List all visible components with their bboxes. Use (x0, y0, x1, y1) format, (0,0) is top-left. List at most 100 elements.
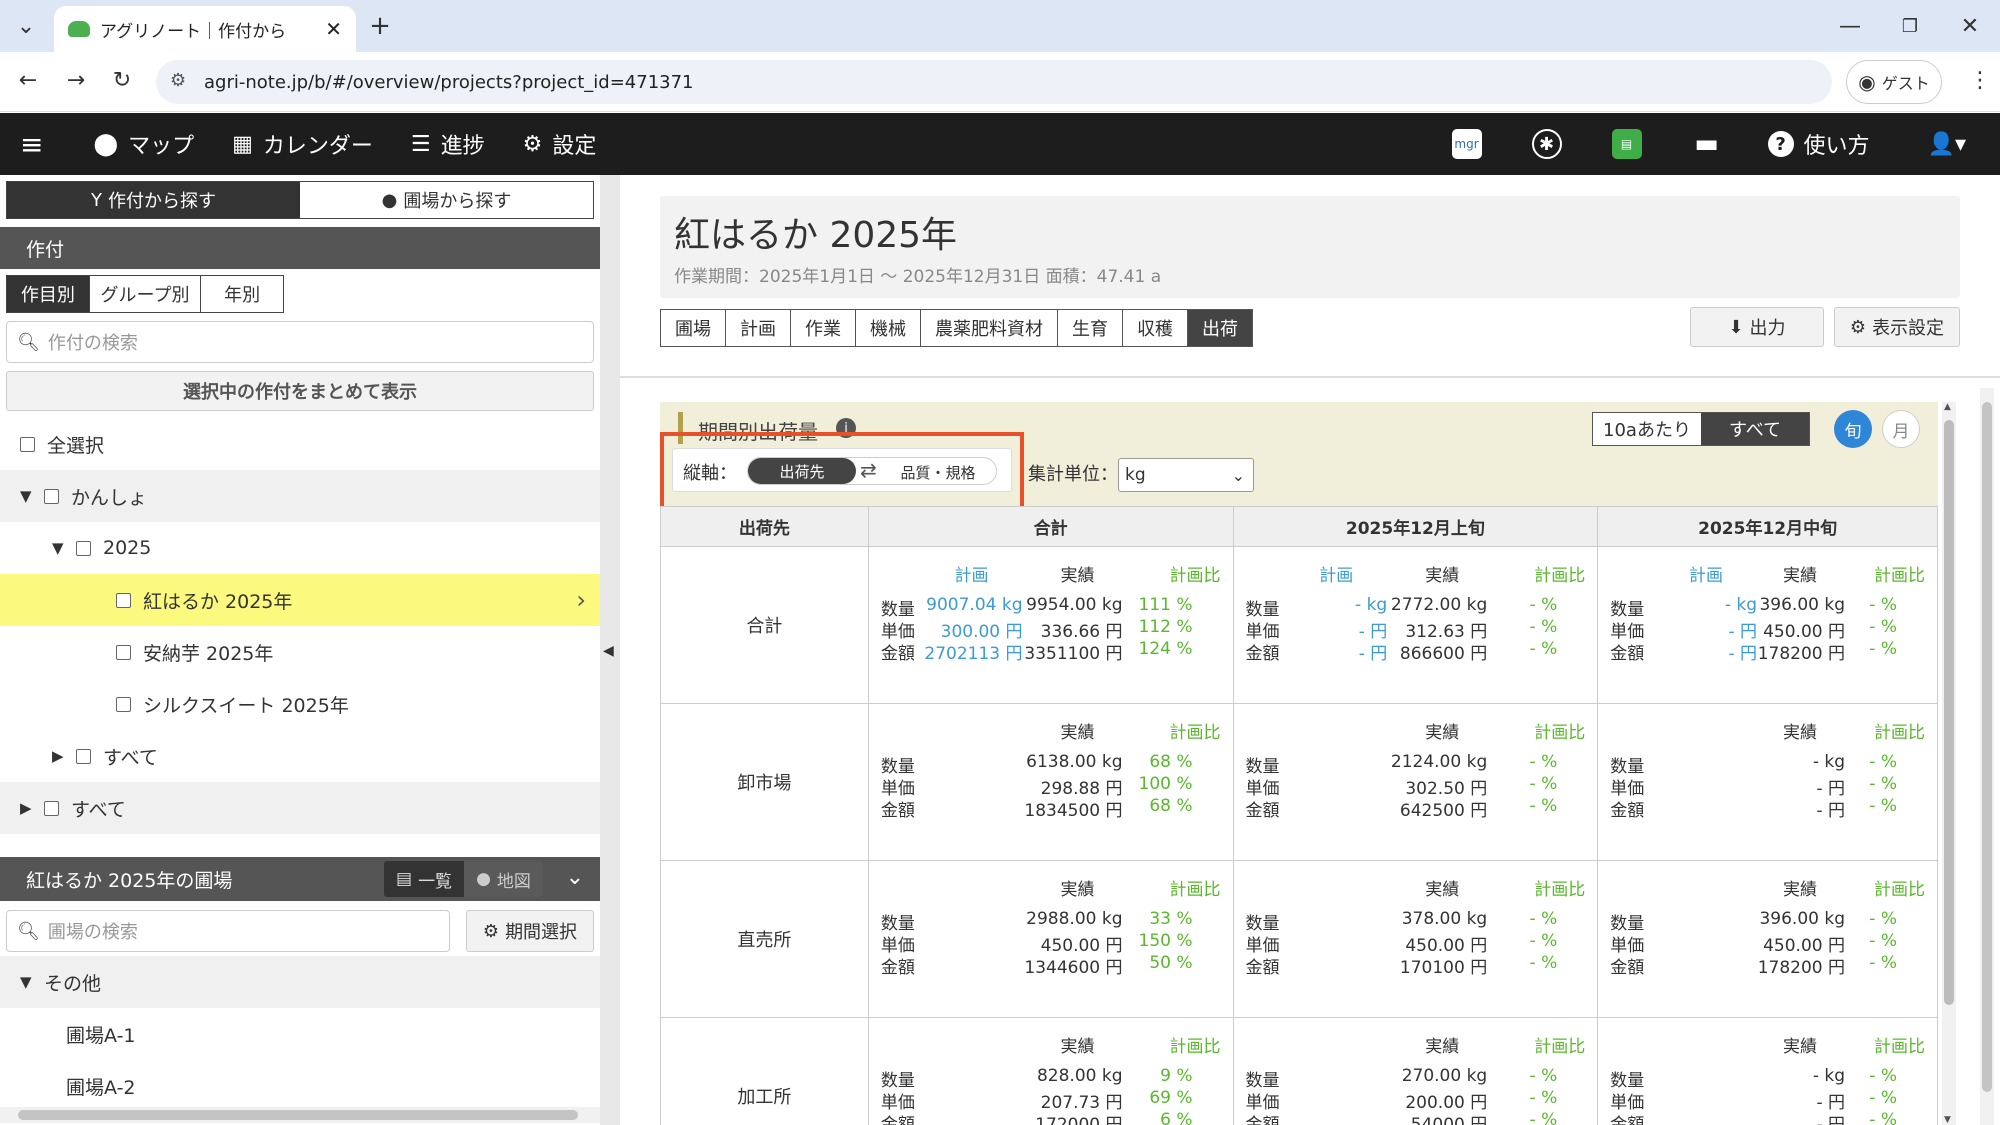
forward-icon[interactable]: → (58, 62, 94, 98)
url-input[interactable]: ⚙ agri-note.jp/b/#/overview/projects?pro… (156, 60, 1832, 104)
tree-item-annou[interactable]: 安納芋 2025年 (0, 626, 600, 678)
restore-icon[interactable]: ❐ (1892, 8, 1928, 44)
export-button[interactable]: ⬇ 出力 (1690, 307, 1824, 347)
user-menu-icon[interactable]: 👤▾ (1928, 132, 1966, 157)
new-tab-icon[interactable]: + (362, 8, 398, 44)
field-group-other[interactable]: ▼ その他 (0, 956, 600, 1008)
site-info-icon[interactable]: ⚙ (170, 70, 186, 91)
nav-calendar[interactable]: ▦ カレンダー (232, 128, 373, 160)
tree-item-silk-sweet[interactable]: シルクスイート 2025年 (0, 678, 600, 730)
expand-right-icon[interactable]: ▶ (52, 747, 66, 765)
sheet-icon[interactable]: ▤ (1611, 129, 1642, 159)
display-settings-button[interactable]: ⚙ 表示設定 (1834, 307, 1960, 347)
chevron-down-icon[interactable]: ⌄ (566, 865, 584, 890)
list-view-button[interactable]: ▤ 一覧 (384, 861, 464, 897)
expand-down-icon[interactable]: ▼ (20, 973, 34, 991)
menu-toggle-icon[interactable]: ≡ (20, 128, 43, 161)
per10a-button[interactable]: 10aあたり (1593, 413, 1701, 445)
row-name-cell: 直売所 (660, 860, 869, 1018)
tab-search-by-field[interactable]: ● 圃場から探す (300, 182, 593, 218)
select-all-checkbox[interactable] (20, 436, 35, 452)
fields-header: 紅はるか 2025年の圃場 ▤ 一覧 ● 地図 ⌄ (0, 857, 600, 901)
back-icon[interactable]: ← (10, 62, 46, 98)
show-selected-button[interactable]: 選択中の作付をまとめて表示 (6, 371, 594, 411)
tree-item-2025[interactable]: ▼ 2025 (0, 522, 600, 574)
list-view-label: 一覧 (418, 871, 453, 892)
reload-icon[interactable]: ↻ (104, 62, 140, 98)
close-tab-icon[interactable]: ✕ (325, 17, 342, 41)
page-v-scrollbar[interactable] (1980, 388, 1994, 1125)
nav-settings[interactable]: ⚙ 設定 (523, 128, 597, 160)
filter-by-crop[interactable]: 作目別 (7, 276, 89, 312)
actual-header: 実績 (1783, 723, 1817, 743)
sidebar-h-scrollbar[interactable] (0, 1107, 600, 1123)
nav-map[interactable]: ⬤ マップ (93, 128, 194, 160)
list-icon: ☰ (410, 131, 431, 157)
per10a-label: 10aあたり (1603, 420, 1691, 441)
menu-kebab-icon[interactable]: ⋮ (1962, 62, 1998, 98)
tab-1[interactable]: 計画 (726, 310, 791, 346)
tree-checkbox[interactable] (44, 800, 59, 816)
profile-icon: ◉ (1858, 70, 1876, 94)
expand-down-icon[interactable]: ▼ (52, 539, 66, 557)
tree-checkbox[interactable] (44, 488, 59, 504)
nav-help[interactable]: ? 使い方 (1767, 128, 1870, 160)
field-item-a1[interactable]: 圃場A-1 (0, 1008, 600, 1060)
collapse-left-icon[interactable]: ◀ (603, 643, 614, 659)
expand-right-icon[interactable]: ▶ (20, 799, 34, 817)
tree-checkbox[interactable] (76, 540, 91, 556)
map-view-button[interactable]: ● 地図 (464, 861, 543, 897)
tree-checkbox[interactable] (76, 748, 91, 764)
tree-item-beni-haruka[interactable]: 紅はるか 2025年 › (0, 574, 600, 626)
field-item-a2[interactable]: 圃場A-2 (0, 1060, 600, 1112)
tab-search-by-crop[interactable]: Y 作付から探す (7, 182, 300, 218)
asterisk-icon[interactable]: ✱ (1531, 129, 1562, 159)
period-select-button[interactable]: ⚙ 期間選択 (466, 910, 594, 952)
filter-by-group[interactable]: グループ別 (88, 276, 200, 312)
main-v-scrollbar[interactable]: ▲ ▼ (1942, 402, 1956, 1125)
profile-button[interactable]: ◉ ゲスト (1846, 60, 1942, 104)
tree-item-sweet-potato[interactable]: ▼ かんしょ (0, 470, 600, 522)
unit-select[interactable]: kg ⌄ (1118, 458, 1254, 492)
tree-checkbox[interactable] (116, 592, 131, 608)
metric-label: 金額 (1610, 644, 1645, 664)
ratio-header: 計画比 (1534, 723, 1586, 743)
crop-search-input[interactable]: 🔍︎ 作付の検索 (6, 321, 594, 363)
filter-by-year[interactable]: 年別 (200, 276, 283, 312)
tree-item-all-outer[interactable]: ▶ すべて (0, 782, 600, 834)
ratio-value: - % (1869, 1088, 1897, 1108)
mgr-icon[interactable]: mgr (1451, 129, 1482, 159)
tab-7[interactable]: 出荷 (1188, 310, 1252, 346)
month-button[interactable]: 月 (1882, 410, 1920, 448)
crop-title-box: 紅はるか 2025年 作業期間：2025年1月1日 〜 2025年12月31日 … (660, 196, 1960, 298)
actual-value: 642500 円 (1399, 801, 1488, 821)
tree-checkbox[interactable] (116, 644, 131, 660)
chat-icon[interactable]: ▬ (1692, 129, 1722, 159)
page-subtitle: 作業期間：2025年1月1日 〜 2025年12月31日 面積：47.41 a (674, 267, 1162, 287)
jun-button[interactable]: 旬 (1834, 410, 1872, 448)
nav-progress[interactable]: ☰ 進捗 (411, 128, 485, 160)
calendar-icon: ▦ (232, 131, 253, 157)
all-button[interactable]: すべて (1701, 413, 1809, 445)
tab-0[interactable]: 圃場 (661, 310, 726, 346)
expand-down-icon[interactable]: ▼ (20, 487, 34, 505)
tab-6[interactable]: 収穫 (1123, 310, 1188, 346)
tree-item-all-inner[interactable]: ▶ すべて (0, 730, 600, 782)
tree-item-label: 安納芋 2025年 (143, 642, 274, 665)
tree-item-label: シルクスイート 2025年 (143, 694, 349, 717)
field-search-input[interactable]: 🔍︎ 圃場の検索 (6, 910, 450, 952)
tab-list-icon[interactable]: ⌄ (8, 8, 44, 44)
shipment-table: 出荷先 合計 2025年12月上旬 2025年12月中旬 合計 計画 実績 計画比 数量 900… (660, 506, 1938, 1125)
tree-checkbox[interactable] (116, 696, 131, 712)
browser-tab[interactable]: アグリノート｜作付から ✕ (54, 6, 356, 52)
tab-5[interactable]: 生育 (1058, 310, 1123, 346)
field-search-placeholder: 圃場の検索 (47, 922, 138, 943)
minimize-icon[interactable]: — (1832, 8, 1868, 44)
divider (620, 376, 2000, 378)
select-all-row[interactable]: 全選択 (0, 418, 600, 470)
tab-3[interactable]: 機械 (856, 310, 921, 346)
tab-4[interactable]: 農薬肥料資材 (921, 310, 1058, 346)
sidebar-splitter[interactable]: ◀ (600, 175, 620, 1125)
window-close-icon[interactable]: ✕ (1952, 8, 1988, 44)
tab-2[interactable]: 作業 (791, 310, 856, 346)
